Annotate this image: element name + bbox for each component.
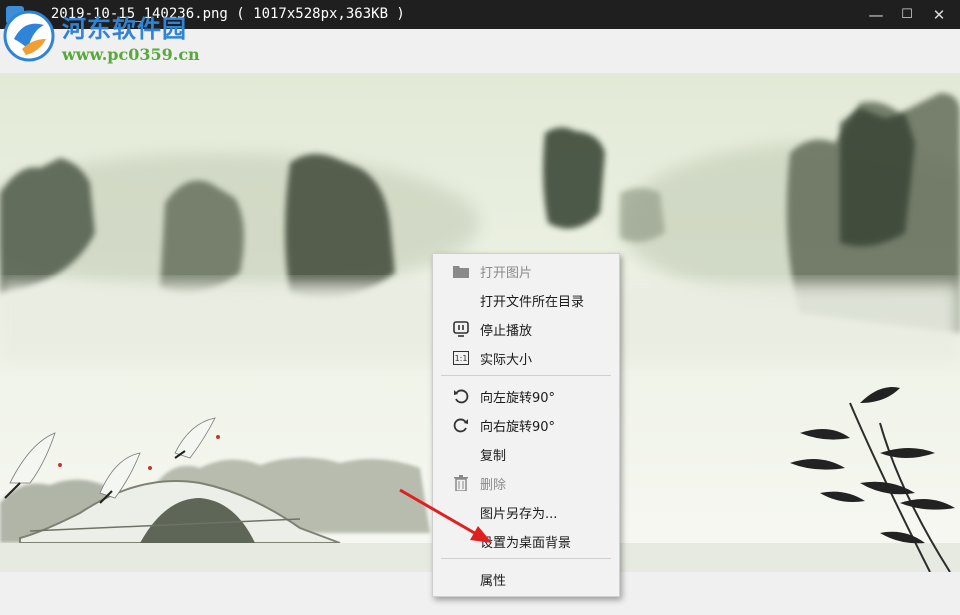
menu-save-as[interactable]: 图片另存为... [433,497,619,526]
menu-copy[interactable]: 复制 [433,439,619,468]
context-menu: 打开图片 打开文件所在目录 停止播放 1:1 实际大小 向左旋转90° 向右旋转… [432,253,620,597]
rotate-left-icon [453,388,469,404]
menu-rotate-right[interactable]: 向右旋转90° [433,410,619,439]
close-button[interactable]: ✕ [923,0,955,29]
slideshow-icon [453,321,469,337]
menu-stop-slideshow[interactable]: 停止播放 [433,314,619,343]
watermark: 河东软件园 www.pc0359.cn [2,5,202,65]
folder-icon [453,263,469,279]
menu-label: 图片另存为... [480,507,558,522]
menu-set-wallpaper[interactable]: 设置为桌面背景 [433,526,619,555]
menu-label: 向右旋转90° [480,420,556,435]
menu-label: 停止播放 [480,324,533,339]
menu-separator [441,558,611,559]
menu-label: 实际大小 [480,353,533,368]
menu-label: 设置为桌面背景 [480,536,572,551]
menu-rotate-left[interactable]: 向左旋转90° [433,381,619,410]
watermark-logo-icon [3,10,55,62]
rotate-right-icon [453,417,469,433]
menu-actual-size[interactable]: 1:1 实际大小 [433,343,619,372]
menu-label: 打开文件所在目录 [480,295,585,310]
menu-label: 删除 [480,478,507,493]
maximize-button[interactable]: ☐ [891,0,923,29]
menu-properties[interactable]: 属性 [433,564,619,593]
menu-delete[interactable]: 删除 [433,468,619,497]
menu-open-image[interactable]: 打开图片 [433,256,619,285]
minimize-button[interactable]: — [860,0,892,29]
watermark-name: 河东软件园 [62,15,187,43]
menu-separator [441,375,611,376]
menu-label: 向左旋转90° [480,391,556,406]
menu-label: 属性 [480,574,507,589]
actual-size-text: 1:1 [454,353,468,363]
watermark-url: www.pc0359.cn [62,45,200,64]
menu-label: 打开图片 [480,266,533,281]
menu-open-folder[interactable]: 打开文件所在目录 [433,285,619,314]
trash-icon [453,475,469,491]
actual-size-icon: 1:1 [453,351,469,365]
menu-label: 复制 [480,449,507,464]
